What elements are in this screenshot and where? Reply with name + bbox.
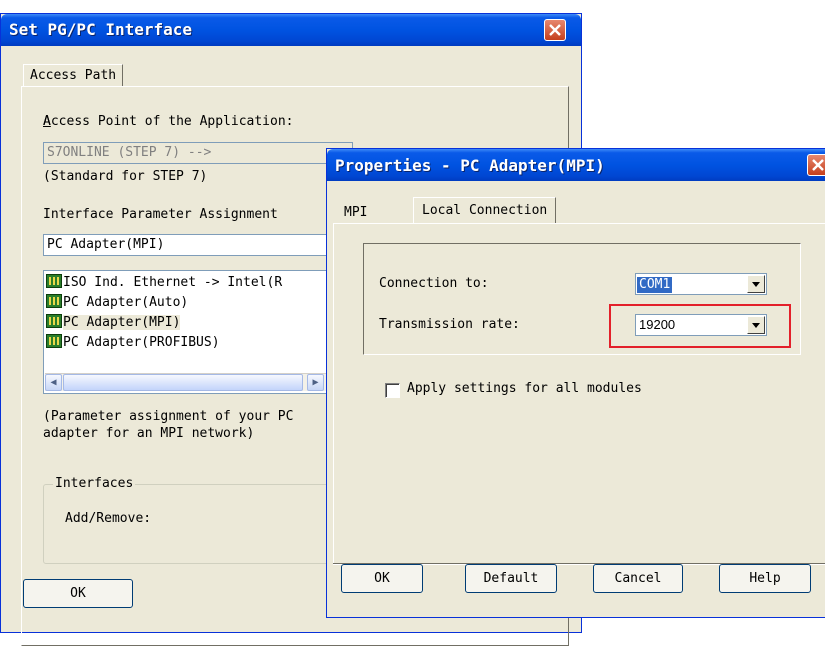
access-point-combo[interactable]: S7ONLINE (STEP 7) -->	[43, 142, 353, 164]
add-remove-label: Add/Remove:	[65, 511, 152, 526]
scroll-thumb[interactable]	[63, 374, 303, 391]
apply-all-label[interactable]: Apply settings for all modules	[407, 381, 642, 396]
list-item[interactable]: PC Adapter(PROFIBUS)	[46, 333, 220, 353]
interfaces-listbox[interactable]: ISO Ind. Ethernet -> Intel(R PC Adapter(…	[43, 270, 343, 394]
transmission-rate-value: 19200	[639, 317, 676, 332]
properties-ok-button[interactable]: OK	[341, 564, 423, 593]
main-titlebar[interactable]: Set PG/PC Interface	[1, 14, 581, 46]
connection-to-label: Connection to:	[379, 276, 489, 291]
description-line-2: adapter for an MPI network)	[43, 426, 255, 441]
default-button[interactable]: Default	[465, 564, 557, 593]
list-item[interactable]: ISO Ind. Ethernet -> Intel(R	[46, 273, 282, 293]
transmission-rate-label: Transmission rate:	[379, 317, 520, 332]
network-card-icon	[46, 314, 62, 328]
scroll-left-icon[interactable]: ◀	[45, 374, 62, 391]
list-item-selected[interactable]: PC Adapter(MPI)	[46, 313, 181, 333]
main-ok-button[interactable]: OK	[23, 579, 133, 608]
list-item[interactable]: PC Adapter(Auto)	[46, 293, 188, 313]
chevron-down-icon[interactable]	[747, 316, 765, 334]
properties-titlebar[interactable]: Properties - PC Adapter(MPI)	[327, 149, 825, 181]
cancel-button[interactable]: Cancel	[593, 564, 683, 593]
tab-local-connection[interactable]: Local Connection	[413, 197, 557, 224]
properties-title: Properties - PC Adapter(MPI)	[335, 156, 605, 175]
network-card-icon	[46, 294, 62, 308]
network-card-icon	[46, 334, 62, 348]
connection-to-combo[interactable]: COM1	[635, 273, 767, 295]
properties-close-button[interactable]	[807, 154, 825, 176]
transmission-rate-combo[interactable]: 19200	[635, 314, 767, 336]
description-line-1: (Parameter assignment of your PC	[43, 409, 294, 424]
interfaces-group-label: Interfaces	[53, 476, 136, 491]
main-close-button[interactable]	[544, 19, 566, 41]
connection-to-value: COM1	[636, 276, 674, 294]
help-button[interactable]: Help	[719, 564, 811, 593]
access-point-label: AAccess Point of the Application:	[43, 114, 294, 129]
access-point-note: (Standard for STEP 7)	[43, 169, 208, 184]
chevron-down-icon[interactable]	[747, 275, 765, 293]
network-card-icon	[46, 274, 62, 288]
scroll-right-icon[interactable]: ▶	[307, 374, 324, 391]
apply-all-checkbox[interactable]	[385, 383, 400, 398]
horizontal-scrollbar[interactable]: ◀ ▶	[45, 373, 341, 391]
main-window-title: Set PG/PC Interface	[9, 20, 193, 39]
param-assignment-field[interactable]: PC Adapter(MPI)	[43, 234, 343, 256]
tab-access-path[interactable]: Access Path	[23, 64, 124, 87]
close-icon	[812, 159, 824, 171]
properties-dialog: Properties - PC Adapter(MPI) MPI Local C…	[326, 148, 825, 618]
tab-mpi[interactable]: MPI	[337, 201, 375, 224]
close-icon	[549, 24, 561, 36]
param-assignment-label: Interface Parameter Assignment	[43, 207, 278, 222]
